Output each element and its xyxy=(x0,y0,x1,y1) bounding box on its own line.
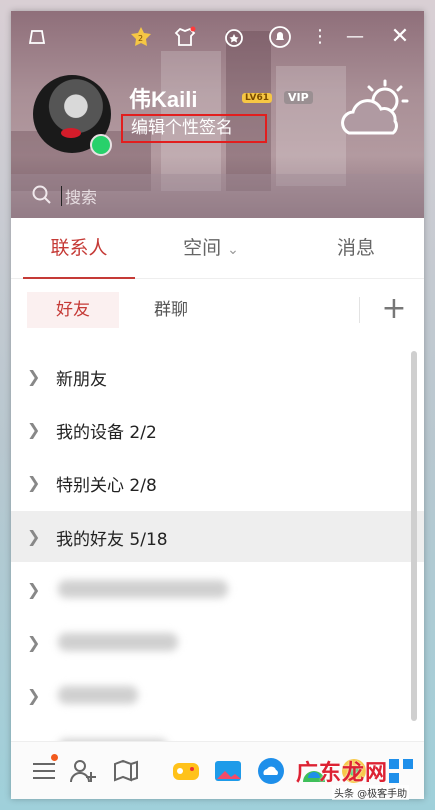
notification-dot xyxy=(51,754,58,761)
close-icon[interactable]: ✕ xyxy=(388,25,412,49)
chevron-right-icon: ❯ xyxy=(27,633,41,652)
tab-space[interactable]: 空间 ⌄ xyxy=(161,218,261,278)
sub-tabs: 好友 群聊 + xyxy=(11,279,424,341)
bell-icon[interactable] xyxy=(268,25,292,49)
weather-icon[interactable] xyxy=(339,77,413,141)
subtab-friends[interactable]: 好友 xyxy=(27,292,119,328)
search-icon xyxy=(31,184,53,206)
level-badge[interactable]: LV61 xyxy=(242,93,272,103)
image-icon[interactable] xyxy=(213,756,243,786)
group-blurred[interactable]: ❯ xyxy=(11,564,424,615)
scrollbar[interactable] xyxy=(411,351,417,721)
group-blurred[interactable]: ❯ xyxy=(11,617,424,668)
add-button[interactable]: + xyxy=(379,289,409,329)
weather-cloud-icon[interactable] xyxy=(256,756,286,786)
group-new-friends[interactable]: ❯ 新朋友 xyxy=(11,351,424,402)
contact-group-list: ❯ 新朋友 ❯ 我的设备 2/2 ❯ 特别关心 2/8 ❯ 我的好友 5/18 … xyxy=(11,341,424,741)
group-my-friends[interactable]: ❯ 我的好友 5/18 xyxy=(11,511,424,562)
profile-header: 2 ⋮ — ✕ 伟Kaili LV61 VIP 编辑个性签名 xyxy=(11,11,424,218)
group-blurred[interactable]: ❯ xyxy=(11,670,424,721)
blurred-label xyxy=(58,633,178,651)
svg-text:2: 2 xyxy=(138,34,143,43)
watermark-logo: 广东龙网 xyxy=(296,761,389,786)
medal-icon[interactable]: 2 xyxy=(129,25,153,49)
blurred-label xyxy=(58,580,228,598)
group-blurred[interactable]: ❯ xyxy=(11,723,424,741)
signature-edit[interactable]: 编辑个性签名 xyxy=(121,114,267,143)
group-label: 新朋友 xyxy=(56,370,107,390)
add-friend-icon[interactable] xyxy=(68,756,98,786)
watermark: 广东龙网 头条 @极客手助 xyxy=(296,755,424,800)
chevron-down-icon: ⌄ xyxy=(227,242,239,258)
group-label: 特别关心 2/8 xyxy=(56,476,157,496)
nickname: 伟Kaili xyxy=(129,87,198,112)
tab-space-label: 空间 xyxy=(183,237,222,259)
drive-icon[interactable] xyxy=(25,25,49,49)
shirt-icon[interactable] xyxy=(173,25,197,49)
subtab-groups[interactable]: 群聊 xyxy=(126,292,216,328)
vip-badge[interactable]: VIP xyxy=(284,91,313,104)
group-label: 我的设备 2/2 xyxy=(56,423,157,443)
main-tabs: 联系人 空间 ⌄ 消息 xyxy=(11,218,424,279)
search-bar[interactable] xyxy=(11,174,424,218)
chevron-right-icon: ❯ xyxy=(27,473,41,492)
minimize-icon[interactable]: — xyxy=(343,25,367,49)
bg-building xyxy=(276,66,346,186)
qq-window: 2 ⋮ — ✕ 伟Kaili LV61 VIP 编辑个性签名 搜索 联系人 空间… xyxy=(11,11,424,799)
blurred-label xyxy=(58,686,138,704)
search-input[interactable] xyxy=(63,182,367,212)
online-status-dot[interactable] xyxy=(90,134,112,156)
chevron-right-icon: ❯ xyxy=(27,527,41,546)
chevron-right-icon: ❯ xyxy=(27,580,41,599)
bg-building xyxy=(226,31,271,191)
chevron-right-icon: ❯ xyxy=(27,367,41,386)
badge-icon[interactable] xyxy=(222,25,246,49)
text-caret xyxy=(61,186,62,206)
more-icon[interactable]: ⋮ xyxy=(308,25,332,49)
game-icon[interactable] xyxy=(171,756,201,786)
group-label: 我的好友 5/18 xyxy=(56,530,168,550)
divider xyxy=(359,297,360,323)
group-special-care[interactable]: ❯ 特别关心 2/8 xyxy=(11,457,424,508)
chevron-right-icon: ❯ xyxy=(27,420,41,439)
files-icon[interactable] xyxy=(111,756,141,786)
group-my-devices[interactable]: ❯ 我的设备 2/2 xyxy=(11,404,424,455)
tab-contacts[interactable]: 联系人 xyxy=(23,218,135,279)
chevron-right-icon: ❯ xyxy=(27,686,41,705)
watermark-credit: 头条 @极客手助 xyxy=(332,785,410,800)
tab-messages[interactable]: 消息 xyxy=(311,218,401,278)
